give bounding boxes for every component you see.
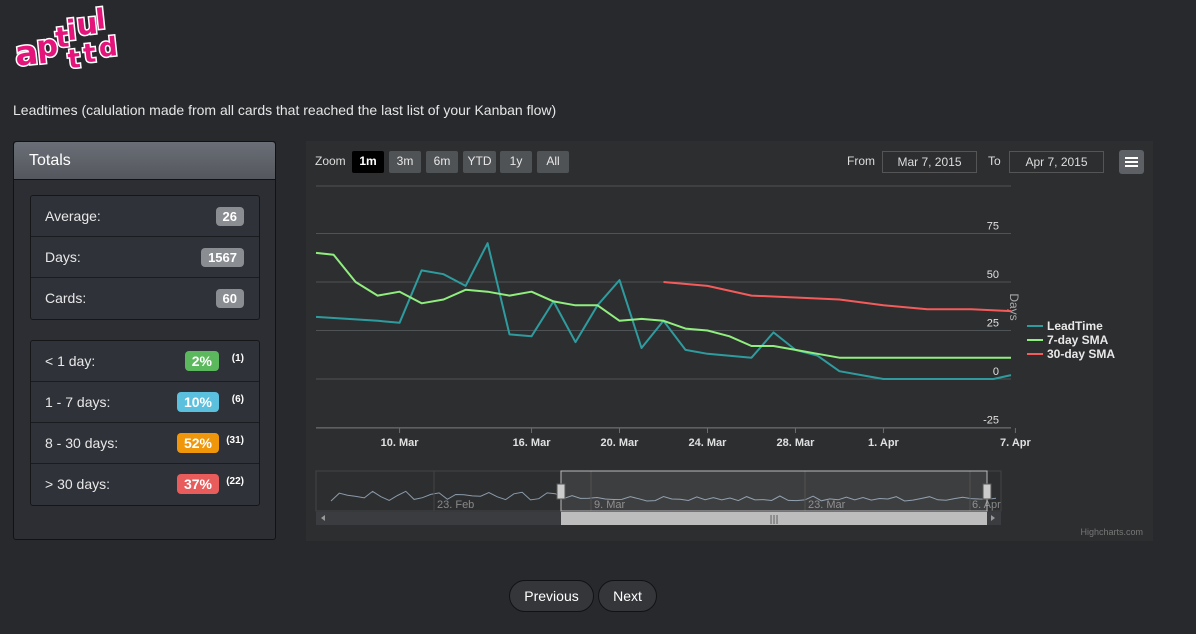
- x-tick-label: 10. Mar: [381, 437, 420, 449]
- svg-text:d: d: [97, 32, 119, 64]
- hamburger-icon-bar: [1125, 157, 1138, 159]
- x-tick-label: 24. Mar: [689, 437, 728, 449]
- bucket-row-8-30-days: 8 - 30 days: 52% (31): [31, 423, 259, 464]
- series-line-7-day-sma: [315, 251, 1011, 359]
- svg-text:t: t: [66, 44, 82, 75]
- to-label: To: [988, 154, 1001, 168]
- legend-swatch: [1027, 325, 1043, 327]
- legend-label: LeadTime: [1047, 319, 1103, 333]
- stat-label: Average:: [45, 208, 101, 224]
- navigator-tick-label: 23. Feb: [437, 499, 474, 511]
- y-tick-label: 0: [993, 366, 999, 378]
- zoom-ytd-button[interactable]: YTD: [463, 151, 496, 173]
- zoom-1m-button[interactable]: 1m: [352, 151, 384, 173]
- zoom-6m-button[interactable]: 6m: [426, 151, 458, 173]
- legend-item-7-day-sma[interactable]: 7-day SMA: [1027, 333, 1109, 347]
- buckets-group: < 1 day: 2% (1) 1 - 7 days: 10% (6) 8 - …: [30, 340, 260, 506]
- bucket-percent-badge: 2%: [184, 351, 219, 371]
- x-tick-label: 7. Apr: [1000, 437, 1031, 449]
- x-tick-label: 1. Apr: [868, 437, 899, 449]
- bucket-row-under-1-day: < 1 day: 2% (1): [31, 341, 259, 382]
- stat-row-days: Days: 1567: [31, 237, 259, 278]
- bucket-label: 1 - 7 days:: [45, 394, 111, 410]
- stat-label: Cards:: [45, 290, 87, 306]
- y-tick-label: -25: [983, 415, 999, 427]
- hamburger-icon-bar: [1125, 165, 1138, 167]
- x-tick-label: 28. Mar: [777, 437, 816, 449]
- y-axis-title: Days: [1007, 293, 1021, 320]
- bucket-count: (1): [231, 353, 244, 364]
- hamburger-icon-bar: [1125, 161, 1138, 163]
- totals-panel: Totals Average: 26 Days: 1567 Cards: 60 …: [13, 141, 276, 540]
- from-date-input[interactable]: Mar 7, 2015: [882, 151, 977, 173]
- stat-badge: 26: [215, 207, 244, 226]
- svg-text:l: l: [94, 2, 107, 36]
- series-line-30-day-sma: [663, 281, 1012, 313]
- legend-label: 30-day SMA: [1047, 347, 1116, 361]
- zoom-3m-button[interactable]: 3m: [389, 151, 421, 173]
- y-tick-label: 25: [987, 318, 999, 330]
- stat-row-cards: Cards: 60: [31, 278, 259, 319]
- stats-group: Average: 26 Days: 1567 Cards: 60: [30, 195, 260, 320]
- zoom-label: Zoom: [315, 154, 346, 168]
- chart-menu-button[interactable]: [1119, 150, 1144, 174]
- bucket-label: 8 - 30 days:: [45, 435, 119, 451]
- bucket-row-1-7-days: 1 - 7 days: 10% (6): [31, 382, 259, 423]
- totals-title: Totals: [14, 142, 275, 180]
- stat-row-average: Average: 26: [31, 196, 259, 237]
- stat-badge: 60: [215, 289, 244, 308]
- from-label: From: [847, 154, 875, 168]
- zoom-1y-button[interactable]: 1y: [500, 151, 532, 173]
- chart-svg: 75 50 25 0 -25 Days 10. Mar 16. Mar 20. Mar 24. M…: [315, 185, 1032, 525]
- y-tick-label: 50: [987, 269, 999, 281]
- bucket-label: < 1 day:: [45, 353, 96, 369]
- to-date-input[interactable]: Apr 7, 2015: [1009, 151, 1104, 173]
- x-tick-label: 16. Mar: [513, 437, 552, 449]
- legend-item-30-day-sma[interactable]: 30-day SMA: [1027, 347, 1116, 361]
- bucket-row-over-30-days: > 30 days: 37% (22): [31, 464, 259, 505]
- legend-swatch: [1027, 353, 1043, 355]
- bucket-percent-badge: 37%: [176, 474, 219, 494]
- y-tick-label: 75: [987, 221, 999, 233]
- bucket-percent-badge: 52%: [176, 433, 219, 453]
- navigator-handle: [982, 483, 992, 500]
- navigator-selection: [560, 470, 988, 512]
- stat-label: Days:: [45, 249, 81, 265]
- bucket-percent-badge: 10%: [176, 392, 219, 412]
- page-subtitle: Leadtimes (calulation made from all card…: [13, 102, 557, 118]
- previous-button[interactable]: Previous: [509, 580, 594, 612]
- legend-swatch: [1027, 339, 1043, 341]
- scrollbar-grip-icon: |||: [769, 515, 778, 525]
- bucket-label: > 30 days:: [45, 476, 110, 492]
- bucket-count: (6): [231, 394, 244, 405]
- navigator-handle: [556, 483, 566, 500]
- zoom-all-button[interactable]: All: [537, 151, 569, 173]
- next-button[interactable]: Next: [598, 580, 657, 612]
- bucket-count: (22): [226, 476, 244, 487]
- aptitud-logo: a p t i u l t t d: [11, 2, 120, 77]
- legend-label: 7-day SMA: [1047, 333, 1109, 347]
- chart-credits[interactable]: Highcharts.com: [1080, 527, 1143, 537]
- legend-item-leadtime[interactable]: LeadTime: [1027, 319, 1103, 333]
- leadtime-chart: 75 50 25 0 -25 Days 10. Mar 16. Mar 20. Mar 24. M…: [306, 141, 1153, 541]
- svg-text:t: t: [82, 38, 98, 69]
- bucket-count: (31): [226, 435, 244, 446]
- stat-badge: 1567: [201, 248, 244, 267]
- x-tick-label: 20. Mar: [601, 437, 640, 449]
